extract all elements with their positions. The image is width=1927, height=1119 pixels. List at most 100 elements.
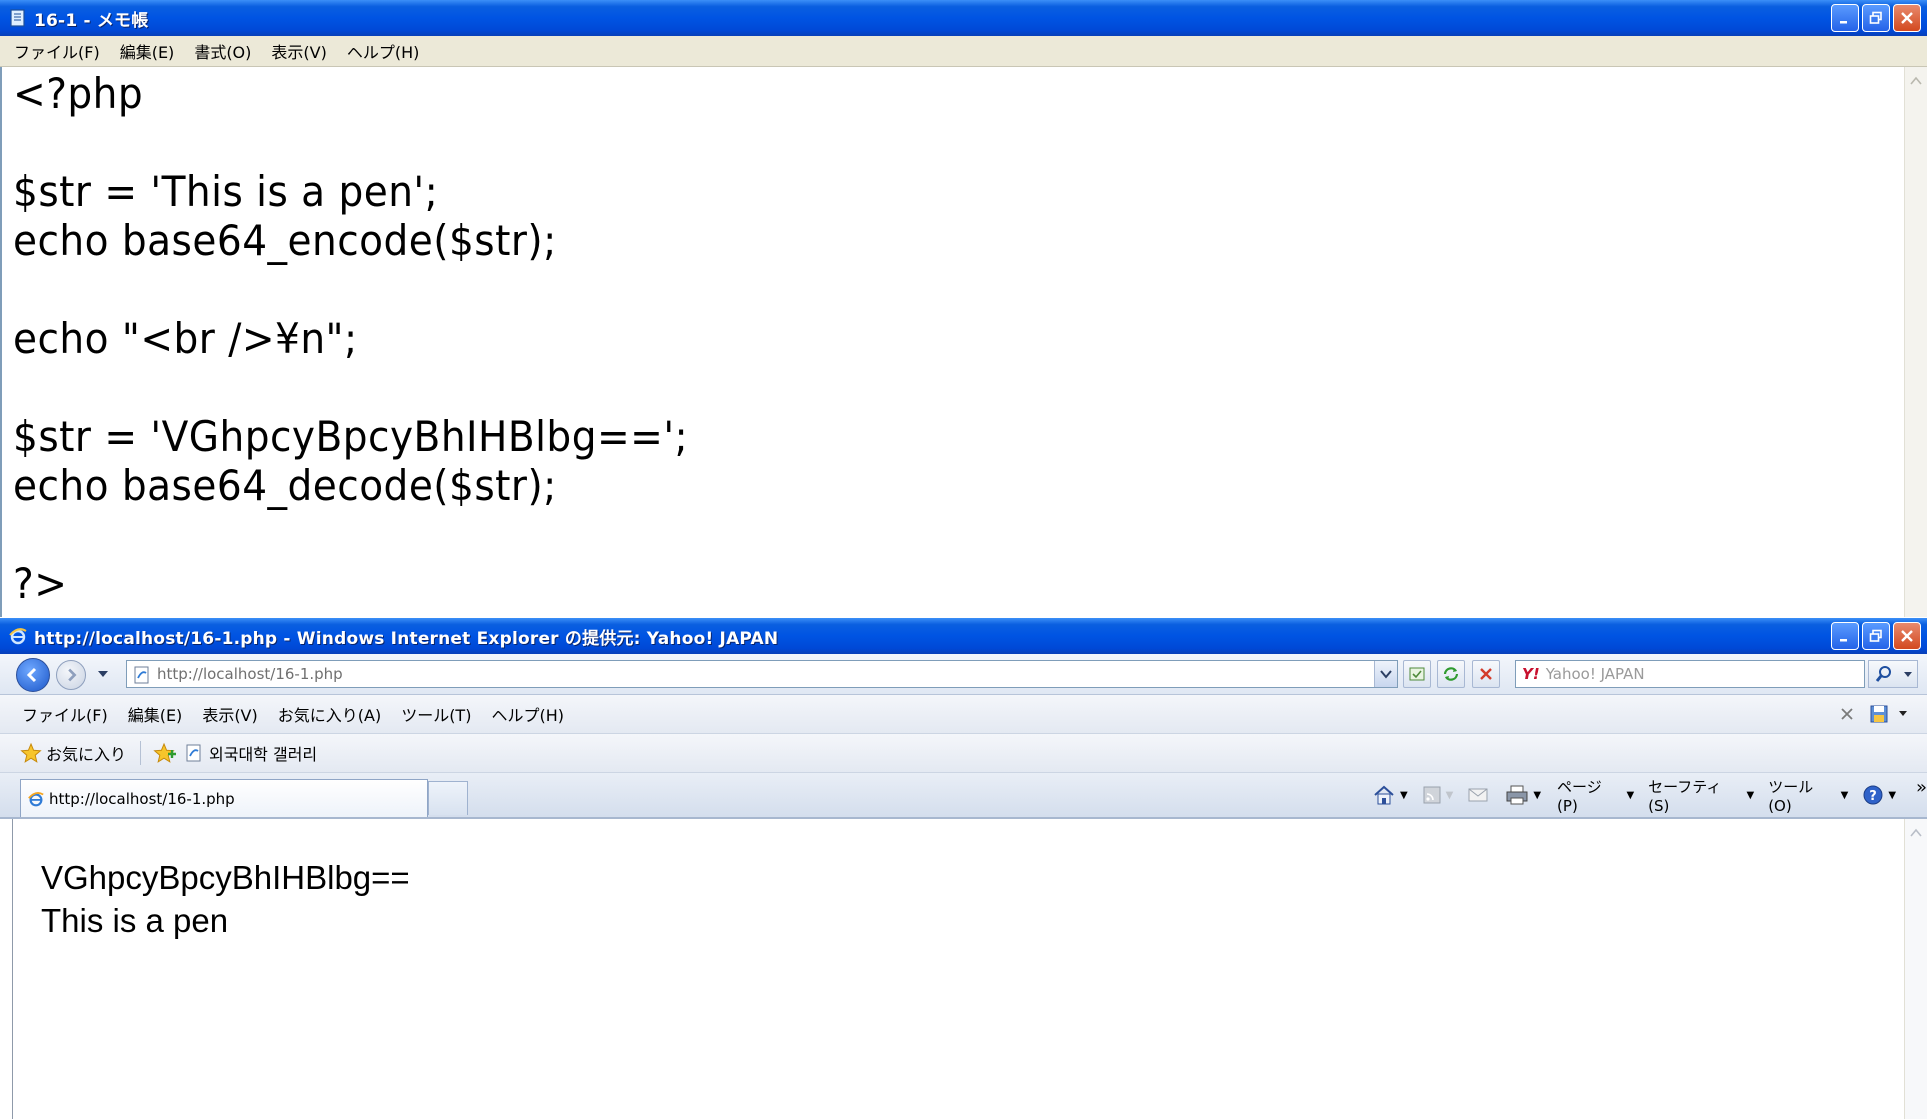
ie-window-controls — [1831, 622, 1921, 650]
menu-help[interactable]: ヘルプ(H) — [481, 702, 574, 726]
back-button[interactable] — [16, 658, 50, 692]
refresh-icon — [1443, 667, 1459, 681]
notepad-icon — [10, 9, 25, 27]
output-decoded: This is a pen — [41, 902, 229, 939]
search-input[interactable]: Y! Yahoo! JAPAN — [1515, 660, 1865, 688]
close-toolbar-icon[interactable] — [1840, 707, 1854, 721]
notepad-menubar: ファイル(F) 編集(E) 書式(O) 表示(V) ヘルプ(H) — [0, 36, 1927, 67]
chevron-down-icon: ▼ — [1746, 789, 1755, 801]
home-icon[interactable] — [1372, 784, 1396, 806]
page-menu[interactable]: ページ(P) — [1557, 776, 1622, 815]
menu-tools[interactable]: ツール(T) — [391, 702, 481, 726]
code-line: echo base64_encode($str); — [13, 216, 557, 265]
close-button[interactable] — [1893, 622, 1921, 650]
ie-window-title: http://localhost/16-1.php - Windows Inte… — [34, 628, 779, 649]
ie-page-icon — [186, 744, 201, 762]
close-button[interactable] — [1893, 4, 1921, 32]
code-line: ?> — [13, 559, 68, 608]
favorites-button[interactable]: お気に入り — [46, 741, 126, 765]
chevron-down-icon[interactable]: ▼ — [1533, 790, 1541, 801]
restore-button[interactable] — [1862, 4, 1890, 32]
chevron-down-icon[interactable] — [1899, 711, 1907, 717]
stop-icon — [1480, 668, 1492, 680]
command-bar: ▼ ▼ ▼ ページ(P) ▼ セーフティ(S) ▼ ツール(O) ▼ ? ▼ » — [1372, 773, 1927, 817]
save-toolbar-icon[interactable] — [1868, 703, 1890, 725]
notepad-text-area[interactable]: <?php $str = 'This is a pen'; echo base6… — [0, 67, 1905, 617]
ie-page-content: VGhpcyBpcyBhIHBlbg== This is a pen — [12, 819, 1906, 1119]
output-encoded: VGhpcyBpcyBhIHBlbg== — [41, 859, 410, 896]
address-dropdown-button[interactable] — [1374, 661, 1397, 687]
minimize-button[interactable] — [1831, 4, 1859, 32]
scroll-up-arrow-icon[interactable] — [1908, 73, 1924, 89]
notepad-scrollbar[interactable] — [1904, 67, 1927, 617]
chevron-down-icon: ▼ — [1840, 789, 1849, 801]
favorites-link-item[interactable]: 외국대학 갤러리 — [209, 741, 317, 765]
chevron-down-icon[interactable]: ▼ — [1400, 790, 1408, 801]
code-line: $str = 'This is a pen'; — [13, 167, 439, 216]
address-input[interactable]: http://localhost/16-1.php — [126, 660, 1398, 688]
feeds-icon[interactable] — [1422, 785, 1442, 805]
page-icon — [134, 666, 149, 684]
menu-edit[interactable]: 編集(E) — [110, 39, 185, 63]
chevron-down-icon[interactable]: ▼ — [1446, 790, 1454, 801]
tab-label: http://localhost/16-1.php — [49, 789, 235, 808]
code-line: echo base64_decode($str); — [13, 461, 557, 510]
more-chevron-icon[interactable]: » — [1916, 777, 1927, 798]
close-icon — [1901, 630, 1913, 642]
ie-tab-bar: http://localhost/16-1.php ▼ ▼ ▼ ページ(P) ▼… — [0, 773, 1927, 819]
ie-logo-icon — [28, 791, 44, 806]
code-line: echo "<br />¥n"; — [13, 314, 358, 363]
notepad-window-title: 16-1 - メモ帳 — [34, 10, 149, 31]
forward-button[interactable] — [56, 660, 86, 690]
menu-file[interactable]: ファイル(F) — [0, 702, 118, 726]
ie-scrollbar[interactable] — [1904, 819, 1927, 1119]
restore-icon — [1869, 629, 1882, 642]
menu-format[interactable]: 書式(O) — [184, 39, 261, 63]
add-favorite-icon[interactable] — [153, 742, 177, 764]
scroll-up-arrow-icon[interactable] — [1908, 825, 1924, 841]
history-dropdown-icon[interactable] — [97, 669, 109, 679]
code-line: $str = 'VGhpcyBpcyBhIHBlbg=='; — [13, 412, 689, 461]
minimize-button[interactable] — [1831, 622, 1859, 650]
new-tab-button[interactable] — [428, 781, 468, 815]
forward-arrow-icon — [68, 668, 77, 682]
yahoo-logo-icon: Y! — [1522, 665, 1540, 683]
ie-titlebar[interactable]: http://localhost/16-1.php - Windows Inte… — [0, 618, 1927, 654]
menu-view[interactable]: 表示(V) — [192, 702, 267, 726]
menu-help[interactable]: ヘルプ(H) — [337, 39, 430, 63]
compatibility-view-button[interactable] — [1403, 660, 1431, 688]
notepad-titlebar[interactable]: 16-1 - メモ帳 — [0, 0, 1927, 36]
safety-menu[interactable]: セーフティ(S) — [1648, 776, 1742, 815]
chevron-down-icon: ▼ — [1626, 789, 1635, 801]
code-line: <?php — [13, 69, 144, 118]
svg-text:?: ? — [1870, 789, 1878, 804]
minimize-icon — [1840, 21, 1847, 24]
address-url: http://localhost/16-1.php — [157, 665, 343, 683]
refresh-button[interactable] — [1437, 660, 1465, 688]
menu-edit[interactable]: 編集(E) — [118, 702, 193, 726]
back-arrow-icon — [26, 667, 37, 683]
tools-menu[interactable]: ツール(O) — [1768, 776, 1836, 815]
search-button[interactable] — [1868, 660, 1918, 688]
minimize-icon — [1840, 639, 1847, 642]
stop-button[interactable] — [1472, 660, 1500, 688]
ie-favorites-bar: お気に入り 외국대학 갤러리 — [0, 734, 1927, 773]
menu-view[interactable]: 表示(V) — [261, 39, 336, 63]
close-icon — [1901, 12, 1913, 24]
menu-file[interactable]: ファイル(F) — [0, 39, 110, 63]
print-icon[interactable] — [1505, 784, 1529, 806]
divider — [140, 741, 142, 765]
mail-icon[interactable] — [1467, 786, 1489, 804]
chevron-down-icon[interactable]: ▼ — [1888, 790, 1896, 801]
ie-menubar: ファイル(F) 編集(E) 表示(V) お気に入り(A) ツール(T) ヘルプ(… — [0, 695, 1927, 734]
search-icon — [1875, 666, 1891, 682]
tab-current-page[interactable]: http://localhost/16-1.php — [20, 779, 428, 817]
restore-button[interactable] — [1862, 622, 1890, 650]
notepad-window-controls — [1831, 4, 1921, 32]
restore-icon — [1869, 11, 1882, 24]
chevron-down-icon — [1903, 672, 1912, 677]
ie-address-toolbar: http://localhost/16-1.php Y! Yahoo! JAPA… — [0, 654, 1927, 695]
search-placeholder: Yahoo! JAPAN — [1545, 665, 1645, 683]
help-icon[interactable]: ? — [1862, 784, 1884, 806]
menu-favorites[interactable]: お気に入り(A) — [268, 702, 391, 726]
